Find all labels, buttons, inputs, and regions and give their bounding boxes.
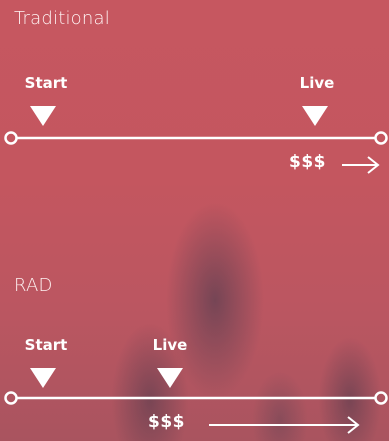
- traditional-cost-label: $$$: [289, 152, 326, 172]
- rad-cost-label: $$$: [148, 412, 185, 432]
- traditional-start-marker-icon: [30, 106, 56, 126]
- rad-live-label: Live: [152, 336, 188, 354]
- traditional-live-label: Live: [299, 74, 335, 92]
- traditional-title: Traditional: [14, 8, 110, 29]
- rad-cost-arrow-icon: [209, 416, 360, 434]
- traditional-timeline: [4, 131, 388, 145]
- rad-start-label: Start: [24, 336, 68, 354]
- rad-start-marker-icon: [30, 368, 56, 388]
- rad-live-marker-icon: [157, 368, 183, 388]
- rad-title: RAD: [14, 275, 53, 296]
- traditional-live-marker-icon: [302, 106, 328, 126]
- rad-timeline: [4, 391, 388, 405]
- traditional-start-label: Start: [24, 74, 68, 92]
- blurred-tree-background: [0, 0, 389, 441]
- traditional-cost-arrow-icon: [342, 156, 380, 174]
